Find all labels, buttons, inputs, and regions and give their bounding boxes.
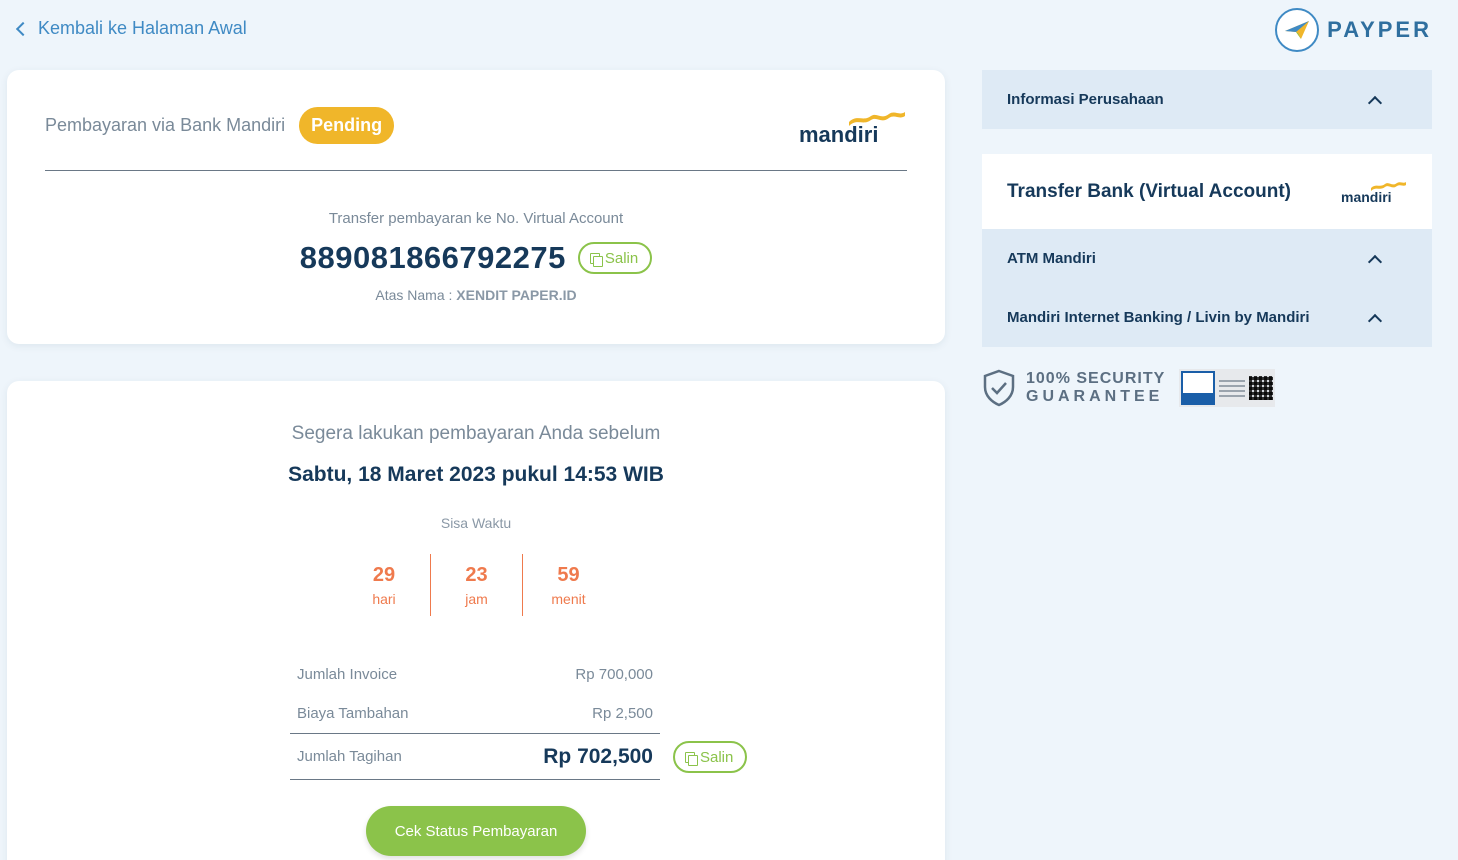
countdown-hours: 23 jam [430,554,522,616]
payper-logo: PAYPER [1275,8,1432,52]
copy-label: Salin [700,749,734,766]
owner-name: XENDIT PAPER.ID [456,287,577,303]
va-row: 889081866792275 Salin [7,240,945,276]
accordion-label: Informasi Perusahaan [1007,91,1164,108]
countdown-days: 29 hari [338,554,430,616]
security-guarantee: 100% SECURITY GUARANTEE [982,369,1276,407]
payment-title: Pembayaran via Bank Mandiri [45,115,286,135]
paper-plane-icon [1275,8,1320,52]
back-to-home-link[interactable]: Kembali ke Halaman Awal [14,18,247,39]
account-owner: Atas Nama : XENDIT PAPER.ID [7,287,945,303]
summary-total-value: Rp 702,500 [543,744,653,768]
countdown-timer: 29 hari 23 jam 59 menit [338,554,614,616]
owner-label: Atas Nama : [375,287,453,303]
accordion-header-atm-mandiri[interactable]: ATM Mandiri [982,229,1432,288]
countdown-days-unit: hari [372,590,396,607]
countdown-days-value: 29 [372,563,396,586]
summary-row-invoice: Jumlah Invoice Rp 700,000 [290,654,660,694]
summary-row-fee: Biaya Tambahan Rp 2,500 [290,694,660,734]
summary-row-total: Jumlah Tagihan Rp 702,500 [290,734,660,780]
accordion-header-internet-banking[interactable]: Mandiri Internet Banking / Livin by Mand… [982,288,1432,347]
status-badge: Pending [299,107,395,144]
divider [45,170,907,171]
va-number: 889081866792275 [299,240,566,275]
certificate-text-lines [1219,379,1246,397]
deadline-card: Segera lakukan pembayaran Anda sebelum S… [7,381,945,860]
copy-label: Salin [604,250,639,267]
tuv-logo [1181,371,1216,405]
summary-value: Rp 2,500 [592,705,653,722]
security-line1: 100% SECURITY [1026,369,1166,387]
countdown-hours-value: 23 [465,563,488,586]
qr-code-icon [1249,376,1274,400]
deadline-datetime: Sabtu, 18 Maret 2023 pukul 14:53 WIB [288,463,664,486]
brand-name: PAYPER [1327,17,1432,42]
mandiri-logo: mandiri [799,112,905,147]
copy-icon [685,751,698,766]
mandiri-logo-text: mandiri [799,122,878,147]
payment-method-box: Transfer Bank (Virtual Account) mandiri [982,154,1432,229]
chevron-up-icon [1367,95,1383,110]
summary-label: Jumlah Tagihan [297,748,402,765]
va-caption: Transfer pembayaran ke No. Virtual Accou… [328,210,624,227]
mandiri-logo-text: mandiri [1341,189,1392,204]
check-payment-status-button[interactable]: Cek Status Pembayaran [366,806,586,856]
copy-total-button[interactable]: Salin [673,741,748,773]
copy-va-button[interactable]: Salin [577,242,653,274]
countdown-hours-unit: jam [465,590,488,607]
security-text: 100% SECURITY GUARANTEE [1026,370,1165,407]
accordion-header-company-info[interactable]: Informasi Perusahaan [982,70,1432,129]
chevron-left-icon [15,21,31,36]
back-link-label: Kembali ke Halaman Awal [38,18,247,38]
countdown-minutes-value: 59 [557,563,580,586]
mandiri-logo: mandiri [1341,181,1406,204]
deadline-caption: Segera lakukan pembayaran Anda sebelum [291,423,661,444]
summary-label: Jumlah Invoice [297,665,398,683]
invoice-summary: Jumlah Invoice Rp 700,000 Biaya Tambahan… [290,654,660,780]
accordion-label: ATM Mandiri [1007,250,1096,267]
summary-label: Biaya Tambahan [297,705,409,722]
summary-value: Rp 700,000 [575,665,653,683]
countdown-minutes: 59 menit [522,554,614,616]
shield-check-icon [983,369,1015,407]
company-info-accordion: Informasi Perusahaan [982,70,1432,129]
payment-method-title: Transfer Bank (Virtual Account) [1007,180,1292,202]
countdown-minutes-unit: menit [551,590,586,607]
instructions-accordion: ATM Mandiri Mandiri Internet Banking / L… [982,229,1432,347]
chevron-up-icon [1367,254,1383,269]
remaining-time-label: Sisa Waktu [440,515,512,531]
certification-badge [1179,369,1276,407]
accordion-label: Mandiri Internet Banking / Livin by Mand… [1007,309,1310,326]
payment-header: Pembayaran via Bank Mandiri Pending [45,107,395,144]
copy-icon [589,252,603,267]
chevron-up-icon [1367,313,1383,328]
payment-card: Pembayaran via Bank Mandiri Pending mand… [7,70,945,344]
security-line2: GUARANTEE [1026,388,1164,405]
